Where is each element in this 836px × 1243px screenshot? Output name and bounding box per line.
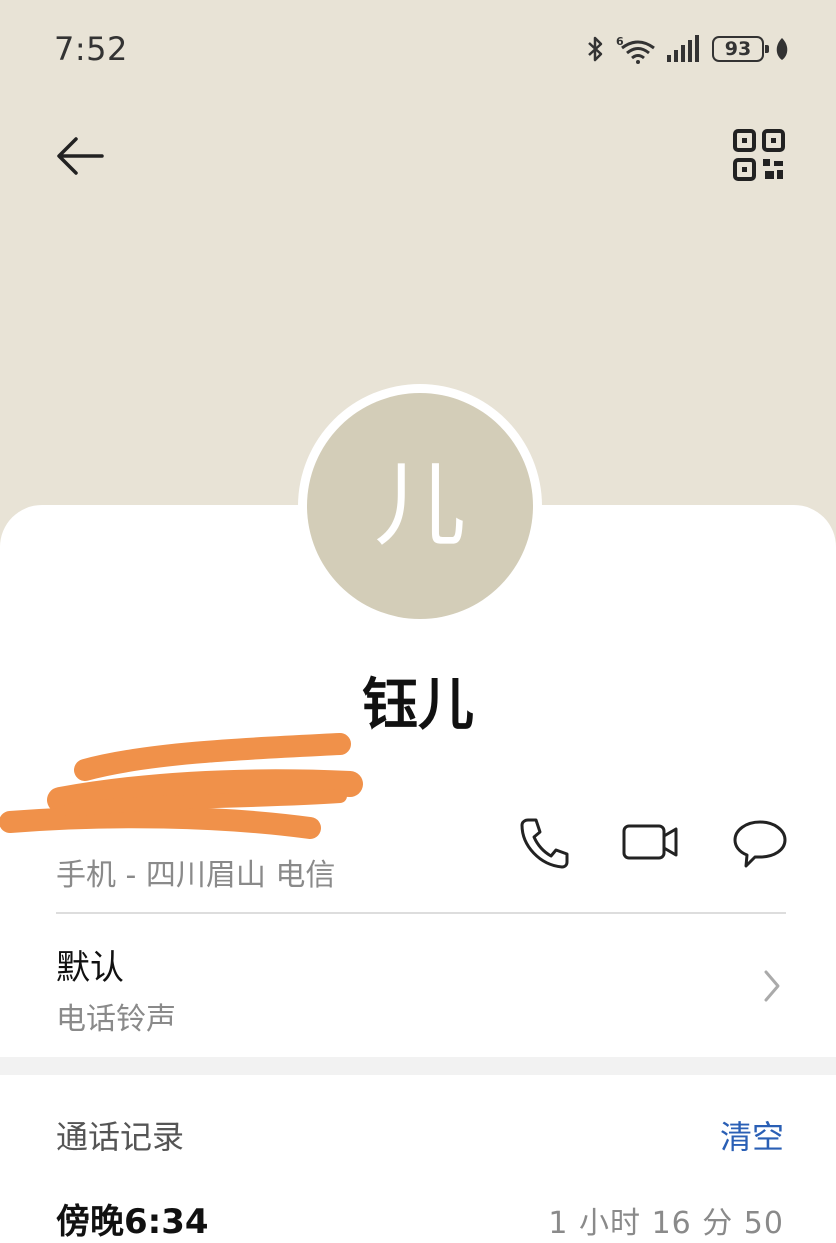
call-icon [520, 818, 569, 869]
bluetooth-icon [588, 36, 603, 62]
call-log-entry[interactable]: 傍晚6:34 1 小时 16 分 50 [0, 1180, 836, 1242]
eco-leaf-icon [776, 38, 788, 60]
call-button[interactable] [514, 812, 574, 872]
qr-code-button[interactable] [732, 128, 786, 182]
status-icons: 6 93 [586, 34, 790, 64]
qr-code-icon [733, 129, 785, 181]
call-log-title: 通话记录 [56, 1118, 185, 1156]
message-icon [733, 820, 787, 868]
video-call-button[interactable] [620, 812, 680, 872]
video-call-icon [622, 824, 678, 860]
call-log-duration: 1 小时 16 分 50 [548, 1206, 784, 1241]
battery-level: 93 [724, 38, 752, 60]
chevron-right-icon [764, 970, 780, 1002]
ringtone-value: 默认 [56, 948, 124, 988]
back-button[interactable] [52, 128, 108, 184]
back-arrow-icon [57, 137, 104, 175]
avatar-initial: 儿 [373, 452, 466, 559]
section-separator [0, 1057, 836, 1075]
phone-location-carrier: 手机 - 四川眉山 电信 [56, 858, 336, 893]
battery-icon: 93 [712, 36, 769, 62]
status-bar: 7:52 6 93 [0, 0, 836, 100]
phone-number[interactable]: 9952 [56, 790, 143, 830]
clear-call-log-button[interactable]: 清空 [720, 1112, 784, 1158]
status-time: 7:52 [54, 30, 128, 68]
ringtone-label: 电话铃声 [56, 1002, 176, 1037]
call-log-time: 傍晚6:34 [56, 1202, 209, 1242]
ringtone-row[interactable]: 默认 电话铃声 [0, 914, 836, 1056]
wifi-6-icon: 6 [616, 35, 655, 64]
message-button[interactable] [730, 812, 790, 872]
signal-icon [667, 35, 699, 62]
contact-name: 钰儿 [362, 673, 474, 738]
avatar[interactable]: 儿 [307, 393, 533, 619]
